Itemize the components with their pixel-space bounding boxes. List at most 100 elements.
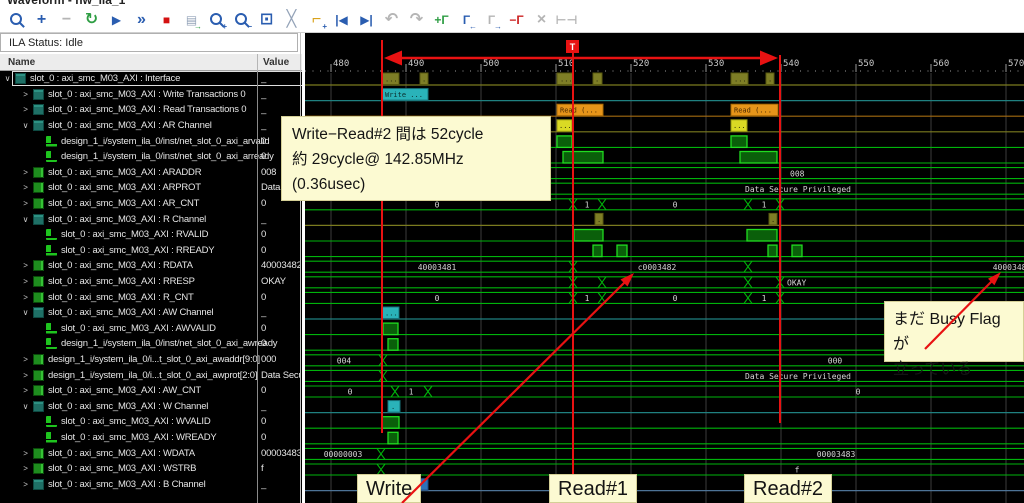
svg-text:.: . bbox=[768, 76, 772, 84]
add-icon[interactable]: + bbox=[31, 10, 52, 31]
zoom-out-icon[interactable]: − bbox=[231, 10, 252, 31]
expand-arrow-icon[interactable]: > bbox=[20, 183, 31, 192]
signal-value: 0 bbox=[261, 323, 301, 334]
zoom-fit-icon[interactable]: ⊡ bbox=[256, 10, 277, 31]
annotation-busy-flag-note: まだ Busy Flag が 立っている bbox=[884, 301, 1024, 362]
expand-arrow-icon[interactable]: > bbox=[20, 90, 31, 99]
signal-value: 00003483 bbox=[261, 448, 301, 459]
signal-type-icon bbox=[33, 354, 44, 365]
awprot-value: Data Secure Privileged bbox=[745, 372, 851, 381]
svg-text:0: 0 bbox=[348, 388, 353, 397]
expand-arrow-icon[interactable]: > bbox=[20, 371, 31, 380]
expand-arrow-icon[interactable]: > bbox=[20, 277, 31, 286]
stop-trigger-icon[interactable]: ■ bbox=[156, 10, 177, 31]
signal-value: 000 bbox=[261, 354, 301, 365]
window-title: Waveform - hw_ila_1 bbox=[0, 0, 1024, 7]
expand-arrow-icon[interactable]: > bbox=[20, 199, 31, 208]
search-icon[interactable] bbox=[6, 10, 27, 31]
remove-marker-icon[interactable]: −Γ bbox=[506, 10, 527, 31]
ruler-tick-label: 490 bbox=[408, 59, 424, 69]
wave-row-w-channel: . bbox=[388, 401, 400, 413]
rerun-trigger-icon[interactable]: ↻ bbox=[81, 10, 102, 31]
annotation-line: 約 29cycle@ 142.85MHz bbox=[292, 147, 540, 172]
zoom-in-icon[interactable]: + bbox=[206, 10, 227, 31]
value-column-header[interactable]: Value bbox=[263, 57, 289, 68]
annotation-line: 立っている bbox=[893, 357, 1015, 382]
name-column-header[interactable]: Name bbox=[8, 57, 35, 68]
svg-text:.: . bbox=[391, 403, 395, 411]
svg-text:0: 0 bbox=[673, 294, 678, 303]
ila-waveform-window: Waveform - hw_ila_1 + − ↻ bbox=[0, 0, 1024, 503]
annotation-read1-label: Read#1 bbox=[549, 474, 637, 503]
remove-icon[interactable]: − bbox=[56, 10, 77, 31]
svg-text:.: . bbox=[597, 216, 601, 224]
signal-value: _ bbox=[261, 214, 301, 225]
signal-type-icon bbox=[46, 151, 57, 162]
signal-value: _ bbox=[261, 73, 301, 84]
svg-text:0: 0 bbox=[435, 294, 440, 303]
svg-text:.: . bbox=[422, 76, 426, 84]
next-transition-icon[interactable]: Γ → bbox=[481, 10, 502, 31]
ruler-tick-label: 560 bbox=[933, 59, 949, 69]
signal-type-icon bbox=[33, 104, 44, 115]
tree-column-divider[interactable] bbox=[257, 71, 258, 503]
waveform-pane: 480 490 500 510 520 530 540 550 560 570 … bbox=[305, 33, 1024, 503]
signal-type-icon bbox=[46, 416, 57, 427]
annotation-write-label: Write bbox=[357, 474, 421, 503]
run-immediate-icon[interactable]: » bbox=[131, 10, 152, 31]
delete-icon[interactable]: × bbox=[531, 10, 552, 31]
expand-arrow-icon[interactable]: ∨ bbox=[20, 308, 31, 317]
add-marker-icon[interactable]: +Γ bbox=[431, 10, 452, 31]
signal-value: 0 bbox=[261, 432, 301, 443]
expand-arrow-icon[interactable]: > bbox=[20, 105, 31, 114]
prev-transition-icon[interactable]: Γ ← bbox=[456, 10, 477, 31]
export-data-icon[interactable]: ▤ → bbox=[181, 10, 202, 31]
goto-start-icon[interactable]: |◀ bbox=[331, 10, 352, 31]
signal-value: Data Secure Privileged bbox=[261, 370, 301, 381]
run-trigger-icon[interactable]: ▶ bbox=[106, 10, 127, 31]
swap-cursors-icon[interactable]: ⊢⊣ bbox=[556, 10, 577, 31]
expand-arrow-icon[interactable]: > bbox=[20, 464, 31, 473]
expand-arrow-icon[interactable]: ∨ bbox=[20, 121, 31, 130]
expand-arrow-icon[interactable]: > bbox=[20, 293, 31, 302]
signal-type-icon bbox=[33, 292, 44, 303]
signal-type-icon bbox=[33, 370, 44, 381]
signal-type-icon bbox=[46, 229, 57, 240]
expand-arrow-icon[interactable]: > bbox=[20, 261, 31, 270]
svg-text:0: 0 bbox=[856, 388, 861, 397]
expand-arrow-icon[interactable]: ∨ bbox=[20, 215, 31, 224]
expand-arrow-icon[interactable]: > bbox=[20, 168, 31, 177]
redo-icon[interactable]: ↷ bbox=[406, 10, 427, 31]
undo-icon[interactable]: ↶ bbox=[381, 10, 402, 31]
goto-end-icon[interactable]: ▶| bbox=[356, 10, 377, 31]
signal-type-icon bbox=[33, 276, 44, 287]
expand-arrow-icon[interactable]: > bbox=[20, 449, 31, 458]
expand-arrow-icon[interactable]: ∨ bbox=[20, 402, 31, 411]
signal-value: _ bbox=[261, 479, 301, 490]
svg-text:1: 1 bbox=[585, 294, 590, 303]
expand-arrow-icon[interactable]: ∨ bbox=[2, 74, 13, 83]
arprot-value: Data Secure Privileged bbox=[745, 185, 851, 194]
goto-time-icon[interactable]: ⌐ + bbox=[306, 10, 327, 31]
signal-value: _ bbox=[261, 89, 301, 100]
expand-arrow-icon[interactable]: > bbox=[20, 355, 31, 364]
signal-type-icon bbox=[33, 479, 44, 490]
annotation-read2-label: Read#2 bbox=[744, 474, 832, 503]
signal-type-icon bbox=[33, 463, 44, 474]
expand-arrow-icon[interactable]: > bbox=[20, 480, 31, 489]
signal-value: 0 bbox=[261, 338, 301, 349]
annotation-line: まだ Busy Flag が bbox=[893, 307, 1015, 357]
wdata-value-1: 00000003 bbox=[324, 450, 363, 459]
ruler-tick-label: 510 bbox=[558, 59, 574, 69]
panel-splitter[interactable] bbox=[300, 33, 301, 503]
wave-row-awvalid bbox=[383, 323, 398, 335]
expand-arrow-icon[interactable]: > bbox=[20, 386, 31, 395]
zoom-to-cursors-icon[interactable]: ╳ bbox=[281, 10, 302, 31]
svg-text:...: ... bbox=[559, 122, 572, 130]
ruler-tick-label: 540 bbox=[783, 59, 799, 69]
signal-type-icon bbox=[33, 448, 44, 459]
svg-text:0: 0 bbox=[435, 201, 440, 210]
signal-value: 40003482 bbox=[261, 260, 301, 271]
trigger-marker[interactable]: T bbox=[566, 40, 579, 53]
window-titlebar: Waveform - hw_ila_1 bbox=[0, 0, 1024, 8]
